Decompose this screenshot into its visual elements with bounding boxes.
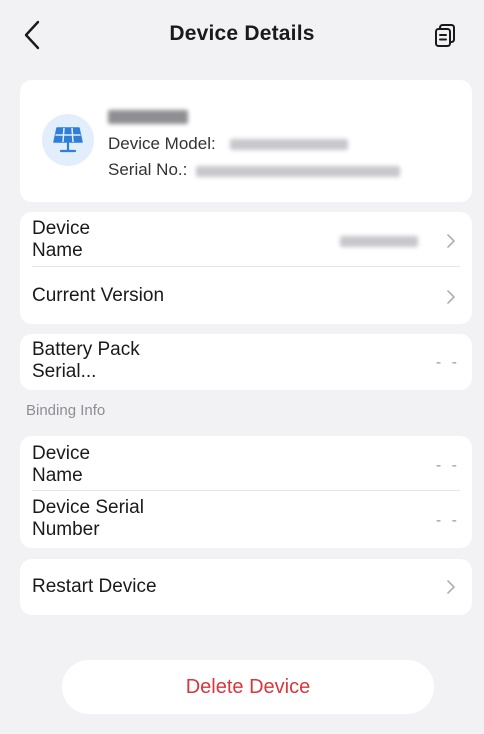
binding-device-name-row: Device Name - -	[20, 436, 472, 490]
battery-pack-card: Battery Pack Serial... - -	[20, 334, 472, 390]
binding-device-name-value: - -	[435, 457, 460, 474]
chevron-right-icon	[447, 234, 455, 248]
battery-pack-serial-value: - -	[435, 354, 460, 371]
serial-number-redacted	[196, 166, 400, 177]
restart-device-label: Restart Device	[32, 576, 157, 597]
restart-device-card: Restart Device	[20, 559, 472, 615]
current-version-row[interactable]: Current Version	[20, 267, 472, 324]
copy-icon	[435, 24, 455, 47]
chevron-right-icon	[447, 290, 455, 304]
chevron-right-icon	[447, 580, 455, 594]
copy-button[interactable]	[432, 22, 458, 50]
device-name-label: Device Name	[32, 218, 91, 261]
device-name-row[interactable]: Device Name	[20, 212, 472, 266]
device-summary-card: Device Model: Serial No.:	[20, 80, 472, 202]
binding-device-name-label: Device Name	[32, 443, 91, 486]
binding-device-serial-value: - -	[435, 512, 460, 529]
solar-panel-icon	[53, 127, 83, 153]
device-settings-card: Device Name Current Version	[20, 212, 472, 324]
current-version-label: Current Version	[32, 285, 165, 306]
device-name-value-redacted	[340, 236, 418, 247]
page-title: Device Details	[169, 22, 315, 45]
binding-info-card: Device Name - - Device Serial Number - -	[20, 436, 472, 548]
device-avatar	[42, 114, 94, 166]
restart-device-row[interactable]: Restart Device	[20, 559, 472, 615]
device-name-redacted	[108, 110, 188, 124]
battery-pack-serial-label: Battery Pack Serial...	[32, 339, 140, 382]
top-bar: Device Details	[0, 0, 484, 66]
serial-number-label: Serial No.:	[108, 160, 188, 179]
delete-device-button[interactable]: Delete Device	[62, 660, 434, 714]
binding-device-serial-row: Device Serial Number - -	[20, 491, 472, 548]
device-model-redacted	[230, 139, 348, 150]
binding-info-heading: Binding Info	[26, 402, 106, 419]
battery-pack-serial-row: Battery Pack Serial... - -	[20, 334, 472, 390]
device-model-label: Device Model:	[108, 134, 216, 153]
binding-device-serial-label: Device Serial Number	[32, 497, 144, 540]
